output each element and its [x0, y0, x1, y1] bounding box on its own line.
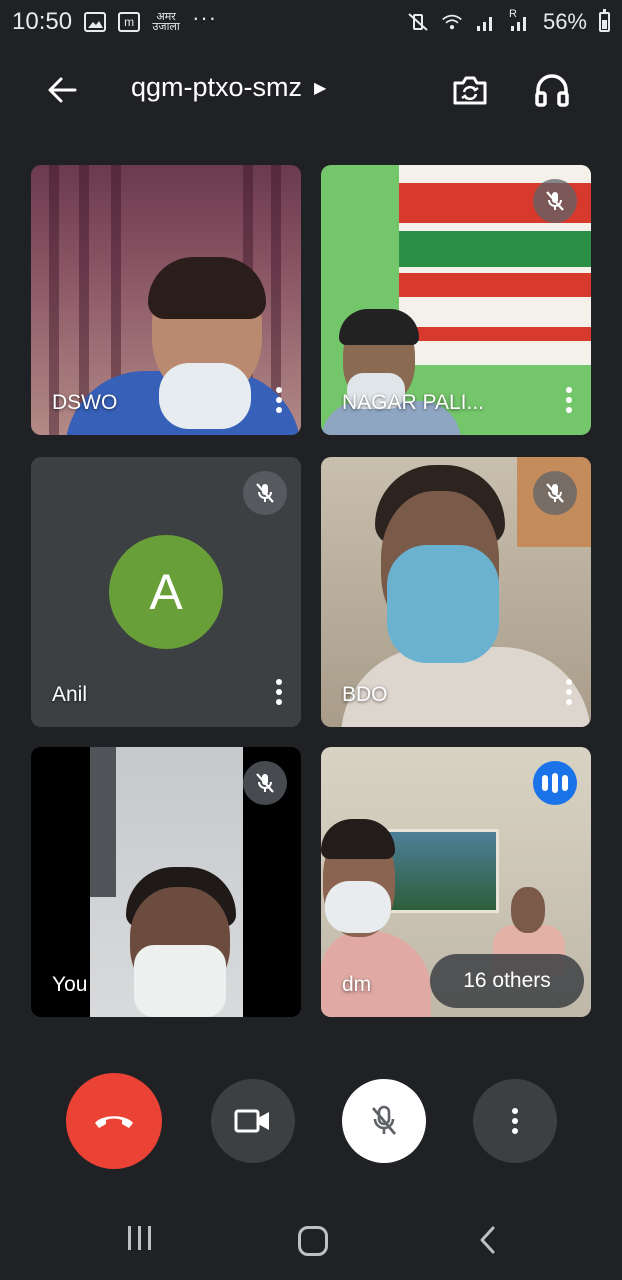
participant-tile-bdo[interactable]: BDO	[321, 457, 591, 727]
participant-name: dm	[342, 973, 372, 996]
roaming-label: R	[508, 8, 517, 20]
meeting-code: qgm-ptxo-smz	[131, 72, 303, 102]
gallery-icon	[84, 12, 107, 32]
switch-camera-icon	[453, 76, 487, 105]
mic-toggle-button[interactable]	[342, 1079, 426, 1163]
others-count-button[interactable]: 16 others	[430, 954, 584, 1008]
mic-off-icon	[533, 471, 577, 515]
end-call-button[interactable]	[66, 1073, 162, 1169]
more-vert-icon[interactable]	[269, 383, 289, 417]
mic-off-icon	[243, 761, 287, 805]
back-button[interactable]	[40, 72, 84, 108]
clock: 10:50	[12, 8, 73, 35]
speaking-indicator-icon	[533, 761, 577, 805]
meeting-header: qgm-ptxo-smz ▶	[0, 58, 622, 122]
participant-name: You	[52, 973, 88, 996]
more-options-button[interactable]	[473, 1079, 557, 1163]
home-icon[interactable]	[298, 1226, 328, 1256]
caret-right-icon: ▶	[314, 79, 327, 97]
call-end-icon	[95, 1116, 133, 1128]
more-vert-icon[interactable]	[269, 675, 289, 709]
mic-off-icon	[533, 179, 577, 223]
m-app-icon: m	[118, 12, 141, 32]
recents-icon[interactable]	[121, 1226, 157, 1256]
status-bar: 10:50 m अमर उजाला ··· R 56%	[0, 0, 622, 44]
participant-name: NAGAR PALI...	[342, 391, 484, 414]
participant-tile-self[interactable]: You	[31, 747, 301, 1017]
nav-back-icon[interactable]	[472, 1222, 502, 1258]
participant-name: DSWO	[52, 391, 118, 414]
vibrate-mute-icon	[407, 12, 429, 32]
more-vert-icon[interactable]	[559, 675, 579, 709]
more-notifications-icon: ···	[192, 5, 218, 30]
status-bar-left: 10:50 m अमर उजाला ···	[12, 5, 218, 36]
signal-icon	[475, 12, 497, 32]
mic-off-icon	[371, 1105, 397, 1135]
mic-off-icon	[243, 471, 287, 515]
wifi-icon	[441, 12, 463, 32]
audio-output-button[interactable]	[528, 70, 576, 110]
battery-icon	[599, 9, 610, 32]
more-vert-icon	[512, 1108, 518, 1134]
videocam-icon	[234, 1109, 269, 1133]
status-bar-right: R 56%	[407, 8, 610, 35]
switch-camera-button[interactable]	[446, 70, 494, 110]
arrow-left-icon	[48, 77, 77, 103]
avatar: A	[109, 535, 223, 649]
participant-tile-nagar-pali[interactable]: NAGAR PALI...	[321, 165, 591, 435]
self-video	[90, 747, 243, 1017]
participant-tile-dswo[interactable]: DSWO	[31, 165, 301, 435]
participant-tile-anil[interactable]: A Anil	[31, 457, 301, 727]
participant-name: BDO	[342, 683, 388, 706]
battery-percent: 56%	[542, 9, 587, 34]
participant-tile-dm[interactable]: dm 16 others	[321, 747, 591, 1017]
android-nav-bar	[0, 1200, 622, 1280]
headphones-icon	[535, 74, 569, 107]
more-vert-icon[interactable]	[559, 383, 579, 417]
meeting-code-button[interactable]: qgm-ptxo-smz ▶	[131, 72, 326, 103]
signal-roaming-icon: R	[509, 8, 531, 32]
participant-name: Anil	[52, 683, 88, 706]
amar-ujala-icon: अमर उजाला	[152, 11, 180, 33]
camera-toggle-button[interactable]	[211, 1079, 295, 1163]
